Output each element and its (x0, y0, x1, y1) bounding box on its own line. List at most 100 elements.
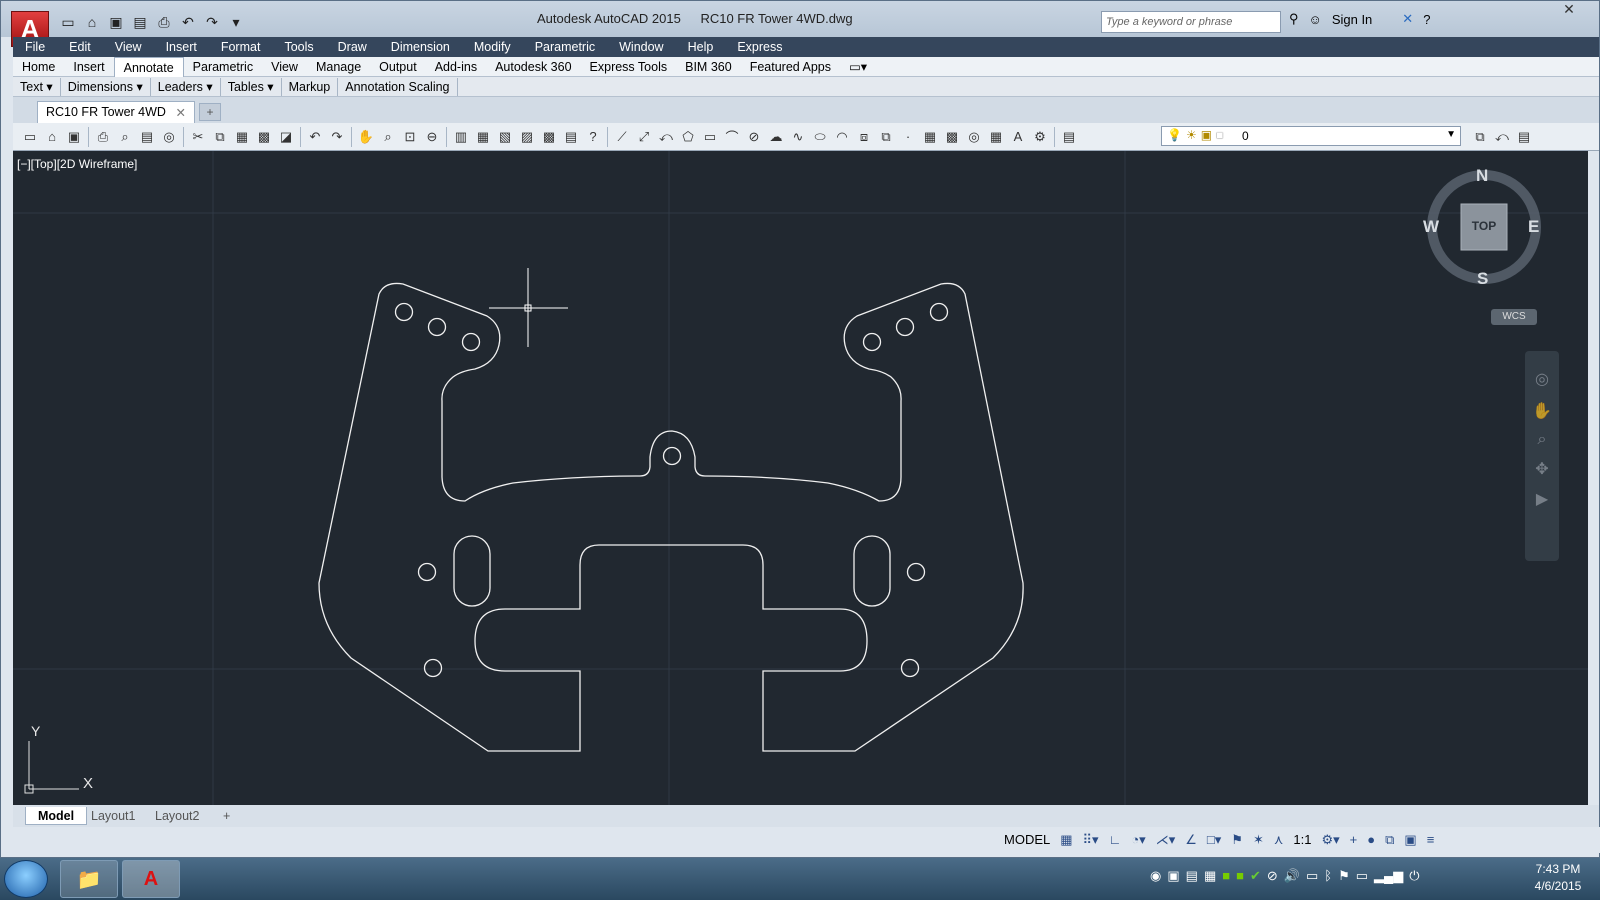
monitor-icon[interactable]: ▭ (1306, 868, 1318, 884)
properties-icon[interactable]: ▥ (450, 126, 472, 148)
hatch-icon[interactable]: ▦ (919, 126, 941, 148)
grid-icon[interactable]: ▦ (1057, 829, 1075, 851)
design-center-icon[interactable]: ▦ (472, 126, 494, 148)
annotation-visibility-icon[interactable]: ⚑ (1228, 829, 1246, 851)
pan-icon[interactable]: ✋ (1525, 401, 1559, 421)
tab-add-ins[interactable]: Add-ins (426, 57, 486, 77)
display-icon[interactable]: ▭ (1356, 868, 1368, 884)
tab-home[interactable]: Home (13, 57, 64, 77)
menu-window[interactable]: Window (607, 40, 675, 54)
redo-icon[interactable]: ↷ (326, 126, 348, 148)
app-tray-icon[interactable]: ⊘ (1267, 868, 1278, 884)
model-space-toggle[interactable]: MODEL (1001, 829, 1053, 851)
plot-icon[interactable]: ⎙ (92, 126, 114, 148)
bluetooth-icon[interactable]: ᛒ (1324, 868, 1332, 884)
viewcube-south[interactable]: S (1477, 269, 1488, 289)
tab-annotate[interactable]: Annotate (113, 56, 184, 77)
taskbar-clock[interactable]: 7:43 PM 4/6/2015 (1520, 861, 1596, 895)
markup-icon[interactable]: ▩ (538, 126, 560, 148)
construction-line-icon[interactable]: ⤢ (633, 126, 655, 148)
menu-help[interactable]: Help (676, 40, 726, 54)
tab-bim-360[interactable]: BIM 360 (676, 57, 741, 77)
exchange-icon[interactable]: ✕ (1402, 11, 1413, 27)
snap-icon[interactable]: ⠿▾ (1080, 829, 1102, 851)
checkmark-icon[interactable]: ✔ (1250, 868, 1261, 884)
panel-annotation-scaling[interactable]: Annotation Scaling (338, 77, 458, 96)
autoscale-icon[interactable]: ✶ (1250, 829, 1267, 851)
table-icon[interactable]: ▦ (985, 126, 1007, 148)
annotation-monitor-icon[interactable]: + (1347, 829, 1361, 851)
polyline-icon[interactable]: ⤺ (655, 126, 677, 148)
menu-view[interactable]: View (103, 40, 154, 54)
sign-in-button[interactable]: Sign In (1332, 12, 1372, 27)
quickcalc-icon[interactable]: ▤ (560, 126, 582, 148)
panel-text[interactable]: Text ▾ (13, 77, 61, 96)
autocad-taskbar-icon[interactable]: A (122, 860, 180, 898)
cut-icon[interactable]: ✂ (187, 126, 209, 148)
sun-icon[interactable]: ☀ (1186, 128, 1197, 142)
block-editor-icon[interactable]: ◪ (275, 126, 297, 148)
annotation-scale-value[interactable]: 1:1 (1290, 829, 1314, 851)
network-icon[interactable]: ◉ (1150, 868, 1161, 884)
isodraft-icon[interactable]: ⋌▾ (1153, 829, 1179, 851)
save-icon[interactable]: ▣ (105, 12, 127, 32)
menu-parametric[interactable]: Parametric (523, 40, 607, 54)
navigation-bar[interactable]: ◎ ✋ ⌕ ✥ ▶ (1525, 351, 1559, 561)
menu-dimension[interactable]: Dimension (379, 40, 462, 54)
layer-previous-icon[interactable]: ⤺ (1491, 126, 1513, 148)
workspace-gear-icon[interactable]: ⚙▾ (1318, 829, 1342, 851)
sheet-set-icon[interactable]: ▨ (516, 126, 538, 148)
zoom-previous-icon[interactable]: ⊖ (421, 126, 443, 148)
viewcube-north[interactable]: N (1476, 166, 1488, 186)
layer-properties-icon[interactable]: ▤ (1058, 126, 1080, 148)
flag-icon[interactable]: ⚑ (1338, 868, 1350, 884)
gradient-icon[interactable]: ▩ (941, 126, 963, 148)
close-tab-icon[interactable]: ✕ (176, 105, 186, 120)
tab-parametric[interactable]: Parametric (184, 57, 262, 77)
isolate-objects-icon[interactable]: ⧉ (1382, 829, 1397, 851)
copy-icon[interactable]: ⧉ (209, 126, 231, 148)
app-tray-icon[interactable]: ▦ (1204, 868, 1216, 884)
save-as-icon[interactable]: ▤ (129, 12, 151, 32)
panel-leaders[interactable]: Leaders ▾ (151, 77, 221, 96)
binoculars-icon[interactable]: ⚲ (1289, 11, 1299, 27)
zoom-realtime-icon[interactable]: ⌕ (377, 126, 399, 148)
region-icon[interactable]: ◎ (963, 126, 985, 148)
menu-modify[interactable]: Modify (462, 40, 523, 54)
line-icon[interactable]: ⟋ (611, 126, 633, 148)
customization-menu-icon[interactable]: ≡ (1424, 829, 1438, 851)
new-file-icon[interactable]: ▭ (57, 12, 79, 32)
publish-icon[interactable]: ▤ (136, 126, 158, 148)
ellipse-arc-icon[interactable]: ◠ (831, 126, 853, 148)
osnap-icon[interactable]: □▾ (1204, 829, 1224, 851)
orbit-icon[interactable]: ✥ (1525, 459, 1559, 479)
point-icon[interactable]: · (897, 126, 919, 148)
match-properties-icon[interactable]: ▩ (253, 126, 275, 148)
help-icon[interactable]: ? (1423, 12, 1430, 27)
menu-draw[interactable]: Draw (326, 40, 379, 54)
app-tray-icon[interactable]: ▣ (1167, 868, 1179, 884)
tab-output[interactable]: Output (370, 57, 426, 77)
open-file-icon[interactable]: ⌂ (81, 12, 103, 32)
3d-dwf-icon[interactable]: ◎ (158, 126, 180, 148)
search-input[interactable]: Type a keyword or phrase (1101, 11, 1281, 33)
panel-tables[interactable]: Tables ▾ (221, 77, 282, 96)
ellipse-icon[interactable]: ⬭ (809, 126, 831, 148)
redo-icon[interactable]: ↷ (201, 12, 223, 32)
steeringwheel-icon[interactable]: ◎ (1525, 369, 1559, 389)
zoom-window-icon[interactable]: ⊡ (399, 126, 421, 148)
showmotion-icon[interactable]: ▶ (1525, 489, 1559, 509)
insert-block-icon[interactable]: ⧈ (853, 126, 875, 148)
wcs-menu[interactable]: WCS (1491, 309, 1537, 325)
qnew-icon[interactable]: ▭ (19, 126, 41, 148)
layer-states-icon[interactable]: ▤ (1513, 126, 1535, 148)
close-window-button[interactable]: ✕ (1541, 1, 1597, 23)
new-tab-button[interactable]: + (199, 103, 221, 121)
ortho-icon[interactable]: ∟ (1106, 829, 1125, 851)
lightbulb-icon[interactable]: 💡 (1167, 128, 1182, 142)
drawing-area[interactable]: [−][Top][2D Wireframe] Y X N S W E TOP W… (13, 151, 1588, 805)
hardware-acceleration-icon[interactable]: ● (1364, 829, 1378, 851)
add-selected-icon[interactable]: ⚙ (1029, 126, 1051, 148)
tab-express-tools[interactable]: Express Tools (581, 57, 677, 77)
power-icon[interactable]: ⏻ (1409, 868, 1419, 884)
